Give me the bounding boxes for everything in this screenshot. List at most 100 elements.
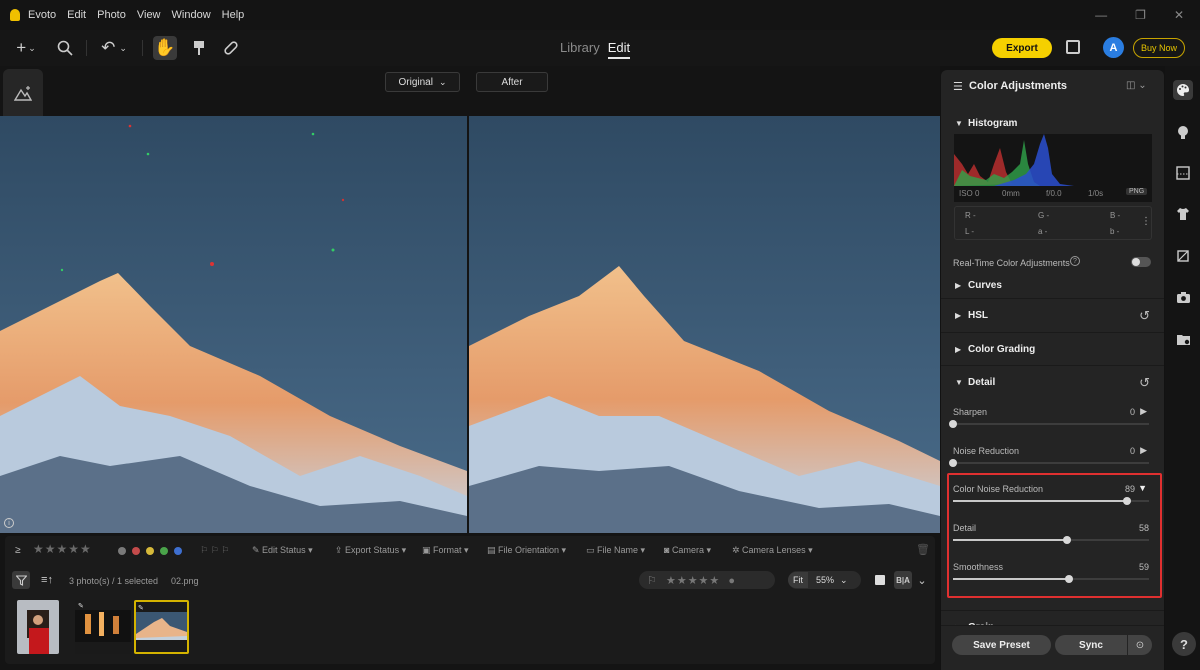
bandage-icon[interactable] (220, 36, 242, 60)
color-label-yellow[interactable] (146, 547, 154, 555)
color-grading-label: Color Grading (968, 344, 1036, 355)
hand-tool-icon[interactable]: ✋ (153, 36, 177, 60)
menu-window[interactable]: Window (172, 9, 211, 21)
single-view-icon[interactable] (871, 571, 889, 589)
color-label-green[interactable] (160, 547, 168, 555)
thumbnail-3-selected[interactable]: ✎ (134, 600, 189, 654)
compare-view-icon[interactable]: B|A (894, 571, 912, 589)
original-dropdown[interactable]: Original ⌄ (385, 72, 460, 92)
export-status-filter[interactable]: ⇪ Export Status ▾ (335, 545, 406, 556)
readout-a: a - (1038, 227, 1048, 236)
flag-icons[interactable]: ⚐ ⚐ ⚐ (200, 545, 229, 556)
menu-view[interactable]: View (137, 9, 161, 21)
save-preset-button[interactable]: Save Preset (952, 635, 1051, 655)
section-color-grading[interactable]: ▶ Color Grading (941, 332, 1164, 365)
info-icon[interactable]: i (4, 518, 14, 528)
share-icon[interactable] (1066, 40, 1080, 54)
trash-icon[interactable]: 🗑 (916, 543, 930, 556)
buy-now-button[interactable]: Buy Now (1133, 38, 1185, 58)
greater-equal-icon[interactable]: ≥ (15, 545, 21, 556)
histogram-label: Histogram (968, 118, 1018, 129)
minimize-icon[interactable]: — (1095, 8, 1107, 22)
help-circle-icon[interactable]: ? (1070, 256, 1080, 266)
expand-arrow-icon[interactable]: ▶ (1140, 445, 1147, 456)
tab-library[interactable]: Library (560, 40, 600, 59)
rating-bar[interactable]: ⚐ ★★★★★ ● (639, 571, 775, 589)
background-icon[interactable] (1173, 163, 1193, 183)
menu-help[interactable]: Help (222, 9, 245, 21)
zoom-control[interactable]: Fit 55% ⌄ (788, 571, 861, 589)
brush-icon[interactable] (188, 36, 210, 60)
face-icon[interactable] (1173, 122, 1193, 142)
maximize-icon[interactable]: ❐ (1135, 8, 1146, 22)
sync-button[interactable]: Sync (1055, 635, 1127, 655)
crop-icon[interactable] (1173, 246, 1193, 266)
close-icon[interactable]: ✕ (1174, 8, 1184, 22)
palette-icon[interactable] (1173, 80, 1193, 100)
menu-edit[interactable]: Edit (67, 9, 86, 21)
expanded-triangle-icon: ▼ (955, 378, 963, 387)
help-button[interactable]: ? (1172, 632, 1196, 656)
slider-knob[interactable] (949, 459, 957, 467)
format-filter[interactable]: ▣ Format ▾ (422, 545, 469, 556)
landscape-edit-icon[interactable] (13, 83, 33, 103)
slider-value[interactable]: 0 (1130, 407, 1135, 417)
color-label-red[interactable] (132, 547, 140, 555)
thumbnail-1[interactable] (17, 600, 59, 654)
more-options-icon[interactable]: ⋮ (1141, 216, 1151, 227)
camera-lenses-filter[interactable]: ✲ Camera Lenses ▾ (732, 545, 813, 556)
sort-icon[interactable]: ≡↑ (38, 571, 56, 589)
slider-knob[interactable] (949, 420, 957, 428)
export-button[interactable]: Export (992, 38, 1052, 58)
title-bar: Evoto Edit Photo View Window Help — ❐ ✕ (0, 0, 1200, 30)
add-icon[interactable]: + ⌄ (10, 36, 42, 60)
fit-button[interactable]: Fit (788, 572, 808, 588)
aperture-value: f/0.0 (1046, 189, 1062, 198)
readout-bb: b - (1110, 227, 1120, 236)
photo-original[interactable] (0, 116, 467, 533)
reset-icon[interactable]: ↺ (1139, 308, 1150, 324)
rating-filter[interactable]: ★★★★★ (33, 542, 92, 556)
reset-icon[interactable]: ↺ (1139, 375, 1150, 391)
panel-layout-icon[interactable]: ◫ ⌄ (1126, 80, 1147, 91)
section-detail[interactable]: ▼ Detail ↺ (941, 365, 1164, 398)
camera-icon[interactable] (1173, 287, 1193, 307)
undo-icon[interactable]: ↶ ⌄ (96, 36, 132, 60)
color-label-gray[interactable] (118, 547, 126, 555)
slider-track[interactable] (949, 459, 1149, 467)
search-icon[interactable] (54, 36, 76, 60)
clothing-icon[interactable] (1173, 204, 1193, 224)
edit-status-filter[interactable]: ✎ Edit Status ▾ (252, 545, 313, 556)
menu-photo[interactable]: Photo (97, 9, 126, 21)
section-hsl[interactable]: ▶ HSL ↺ (941, 298, 1164, 331)
file-orientation-filter[interactable]: ▤ File Orientation ▾ (487, 545, 566, 556)
iso-value: ISO 0 (959, 189, 980, 198)
tab-edit[interactable]: Edit (607, 40, 631, 59)
zoom-value[interactable]: 55% (816, 575, 834, 585)
slider-track[interactable] (949, 420, 1149, 428)
slider-value[interactable]: 0 (1130, 446, 1135, 456)
app-name: Evoto (28, 9, 57, 21)
chevron-down-icon[interactable]: ⌄ (913, 571, 931, 589)
thumbnail-2[interactable]: ✎ (75, 600, 131, 654)
collapsed-triangle-icon: ▶ (955, 311, 962, 320)
file-name-filter[interactable]: ▭ File Name ▾ (586, 545, 645, 556)
sync-settings-icon[interactable]: ⊙ (1128, 635, 1152, 655)
folder-settings-icon[interactable] (1173, 329, 1193, 349)
readout-r: R - (965, 211, 976, 220)
photo-after[interactable] (469, 116, 940, 533)
filter-icon[interactable] (12, 571, 30, 589)
sliders-icon: ☰ (953, 81, 963, 93)
avatar[interactable]: A (1103, 37, 1124, 58)
after-button[interactable]: After (476, 72, 548, 92)
camera-filter[interactable]: ◙ Camera ▾ (664, 545, 711, 556)
realtime-toggle[interactable] (1131, 257, 1151, 267)
exif-info: ISO 0 0mm f/0.0 1/0s PNG (954, 186, 1152, 202)
expand-arrow-icon[interactable]: ▶ (1140, 406, 1147, 417)
original-label: Original (398, 76, 433, 88)
file-name-label: File Name (597, 545, 639, 555)
window-controls: — ❐ ✕ (1095, 8, 1184, 22)
color-readout: R - G - B - L - a - b - ⋮ (954, 206, 1152, 240)
color-label-blue[interactable] (174, 547, 182, 555)
readout-g: G - (1038, 211, 1050, 220)
